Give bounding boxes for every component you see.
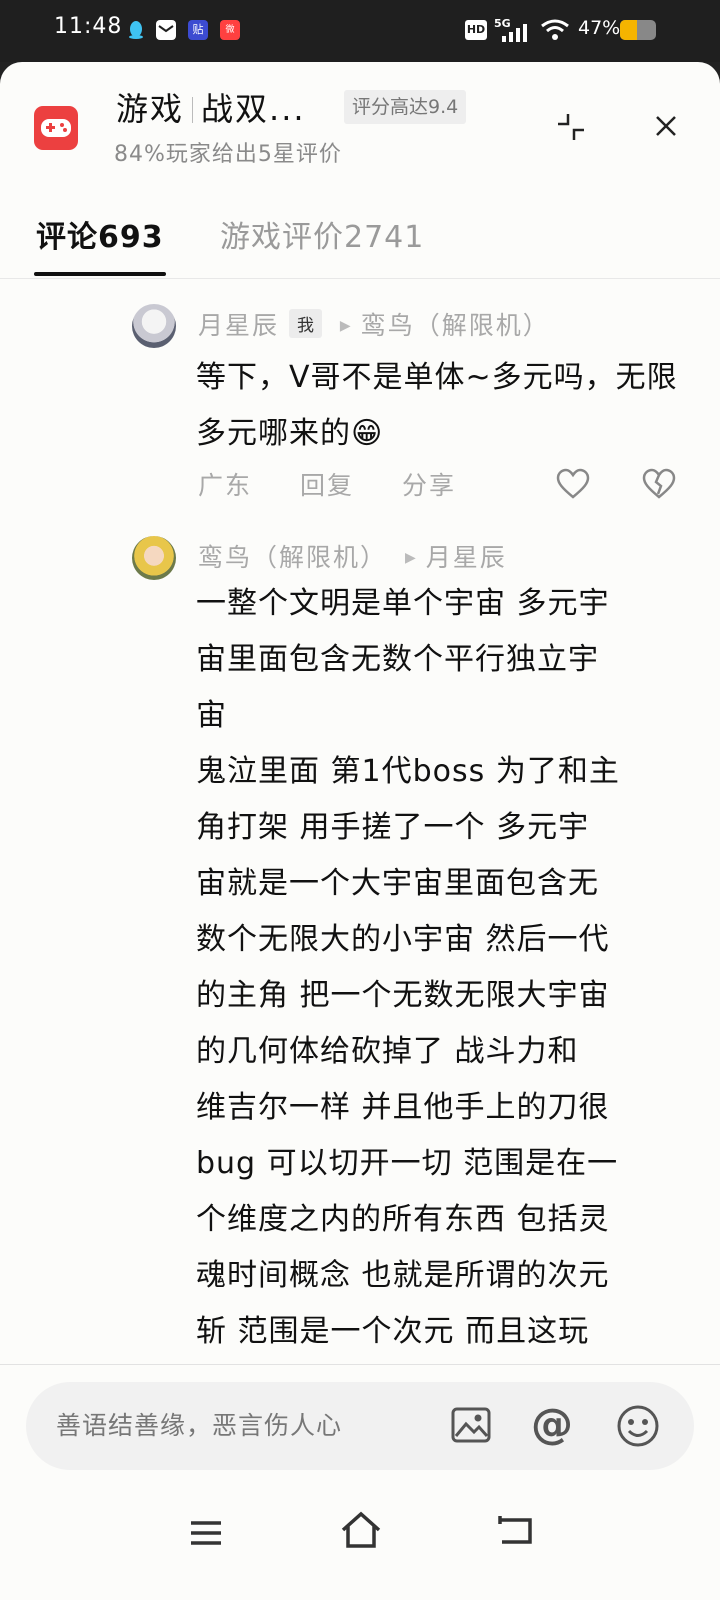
image-icon[interactable] bbox=[450, 1404, 492, 1446]
home-icon[interactable] bbox=[340, 1510, 382, 1550]
comment-line: 宙 bbox=[196, 698, 227, 733]
reply-arrow-icon: ▶ bbox=[404, 550, 418, 566]
game-name: 战双... bbox=[201, 90, 306, 128]
me-badge: 我 bbox=[288, 309, 322, 338]
author-name[interactable]: 月星辰 bbox=[198, 311, 279, 340]
comment-line: 鬼泣里面 第1代boss 为了和主 bbox=[196, 754, 620, 789]
comment-meta: 月星辰 我 ▶ 鸾鸟（解限机） bbox=[198, 306, 550, 342]
comment-line: 一整个文明是单个宇宙 多元宇 bbox=[196, 586, 610, 621]
status-bar: 11:48 贴 微 HD 5G 47% bbox=[0, 0, 720, 62]
reply-button[interactable]: 回复 bbox=[300, 471, 354, 500]
comment-line: 角打架 用手搓了一个 多元宇 bbox=[196, 810, 590, 845]
reply-arrow-icon: ▶ bbox=[339, 318, 353, 334]
clock: 11:48 bbox=[54, 14, 123, 39]
app-label: 游戏 bbox=[116, 90, 185, 128]
location-label: 广东 bbox=[198, 471, 253, 500]
avatar[interactable] bbox=[132, 536, 176, 580]
share-button[interactable]: 分享 bbox=[402, 471, 456, 500]
comment-line: 维吉尔一样 并且他手上的刀很 bbox=[196, 1090, 610, 1125]
tab-comments[interactable]: 评论693 bbox=[36, 212, 164, 256]
tabs-divider bbox=[0, 278, 720, 279]
comment-line: 宙里面包含无数个平行独立宇 bbox=[196, 642, 599, 677]
comment-line: 魂时间概念 也就是所谓的次元 bbox=[196, 1258, 610, 1293]
comment-line: 宙就是一个大宇宙里面包含无 bbox=[196, 866, 599, 901]
comment-line: bug 可以切开一切 范围是在一 bbox=[196, 1146, 619, 1181]
reply-to-name[interactable]: 月星辰 bbox=[426, 543, 507, 572]
qq-icon bbox=[126, 20, 146, 40]
comment-actions: 广东 回复 分享 bbox=[198, 466, 494, 502]
gamepad-icon bbox=[34, 106, 78, 150]
wifi-icon bbox=[540, 18, 570, 42]
avatar[interactable] bbox=[132, 304, 176, 348]
back-icon[interactable] bbox=[496, 1514, 534, 1548]
emoji-icon[interactable] bbox=[616, 1404, 660, 1448]
title-divider bbox=[192, 97, 194, 123]
game-title[interactable]: 游戏 战双... bbox=[116, 84, 306, 130]
tieba-icon: 贴 bbox=[188, 20, 208, 40]
tab-game-reviews[interactable]: 游戏评价2741 bbox=[220, 212, 424, 256]
close-icon[interactable] bbox=[652, 112, 680, 140]
author-name[interactable]: 鸾鸟（解限机） bbox=[198, 543, 387, 572]
input-divider bbox=[0, 1364, 720, 1365]
comment-line: 个维度之内的所有东西 包括灵 bbox=[196, 1202, 610, 1237]
comment-line: 的几何体给砍掉了 战斗力和 bbox=[196, 1034, 579, 1069]
battery-icon bbox=[620, 20, 656, 40]
mail-icon bbox=[156, 20, 176, 40]
comment-input-bar[interactable]: 善语结善缘，恶言伤人心 @ bbox=[26, 1382, 694, 1470]
signal-icon: 5G bbox=[494, 16, 532, 44]
comment-line: 斩 范围是一个次元 而且这玩 bbox=[196, 1314, 590, 1349]
comment-sheet: 游戏 战双... 评分高达9.4 84%玩家给出5星评价 评论693 游戏评价27… bbox=[0, 62, 720, 1600]
comment-line: 的主角 把一个无数无限大宇宙 bbox=[196, 978, 610, 1013]
active-tab-indicator bbox=[34, 272, 166, 276]
comment-text: 一整个文明是单个宇宙 多元宇 宙里面包含无数个平行独立宇 宙 鬼泣里面 第1代b… bbox=[196, 576, 686, 1360]
at-mention-icon[interactable]: @ bbox=[528, 1400, 576, 1448]
comment-text: 等下，V哥不是单体~多元吗，无限多元哪来的😁 bbox=[196, 360, 678, 451]
menu-icon[interactable] bbox=[188, 1518, 224, 1548]
broken-heart-icon[interactable] bbox=[642, 468, 676, 500]
rating-subtitle: 84%玩家给出5星评价 bbox=[114, 142, 342, 167]
comment-input[interactable]: 善语结善缘，恶言伤人心 bbox=[56, 1406, 342, 1442]
reply-to-name[interactable]: 鸾鸟（解限机） bbox=[361, 311, 550, 340]
comment-meta: 鸾鸟（解限机） ▶ 月星辰 bbox=[198, 538, 507, 574]
battery-percent: 47% bbox=[578, 17, 621, 39]
weibo-icon: 微 bbox=[220, 20, 240, 40]
hd-icon: HD bbox=[465, 20, 487, 40]
collapse-icon[interactable] bbox=[554, 110, 588, 144]
comment-line: 数个无限大的小宇宙 然后一代 bbox=[196, 922, 610, 957]
svg-text:5G: 5G bbox=[494, 17, 511, 30]
like-heart-icon[interactable] bbox=[556, 468, 590, 500]
rating-badge: 评分高达9.4 bbox=[344, 90, 467, 124]
